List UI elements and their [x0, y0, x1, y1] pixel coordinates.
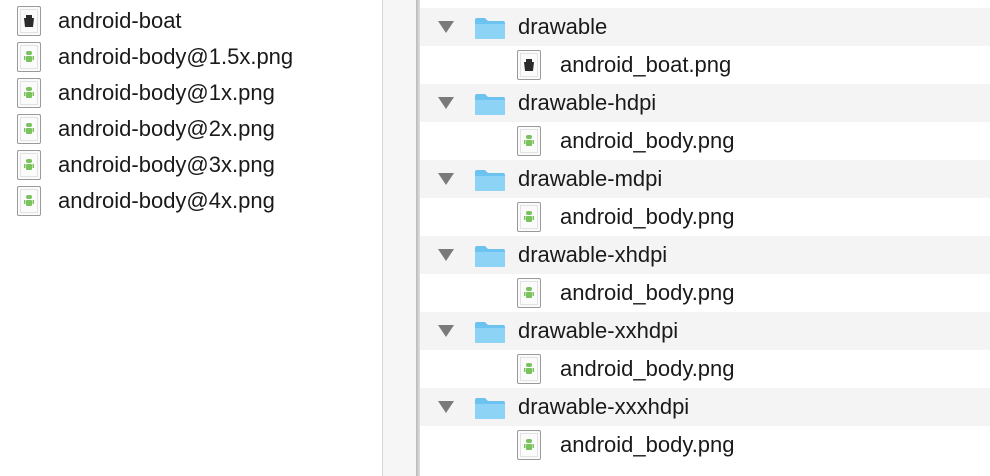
folder-icon: [475, 94, 505, 115]
file-name: android_body.png: [560, 280, 735, 305]
boat-image-icon: [17, 6, 41, 36]
android-image-icon: [17, 78, 41, 108]
folder-name: drawable-xxhdpi: [518, 318, 679, 343]
column-gutter: [383, 0, 416, 476]
android-image-icon: [17, 114, 41, 144]
disclosure-triangle-icon[interactable]: [438, 173, 454, 185]
folder-icon: [475, 322, 505, 343]
tree-folder-row[interactable]: drawable: [420, 8, 990, 46]
file-name: android_body.png: [560, 204, 735, 229]
tree-file-row[interactable]: android_boat.png: [420, 46, 990, 84]
disclosure-triangle-icon[interactable]: [438, 249, 454, 261]
list-item[interactable]: android-body@3x.png: [0, 147, 382, 183]
folder-name: drawable-hdpi: [518, 90, 657, 115]
folder-name: drawable-xxxhdpi: [518, 394, 690, 419]
tree-folder-row[interactable]: drawable-xxxhdpi: [420, 388, 990, 426]
list-item-label: android-body@3x.png: [58, 152, 275, 177]
tree-folder-row[interactable]: drawable-hdpi: [420, 84, 990, 122]
android-image-icon: [17, 150, 41, 180]
disclosure-triangle-icon[interactable]: [438, 21, 454, 33]
folder-icon: [475, 18, 505, 39]
disclosure-triangle-icon[interactable]: [438, 97, 454, 109]
tree-folder-row[interactable]: drawable-mdpi: [420, 160, 990, 198]
folder-tree: drawable android_boat.png drawable-hdpi …: [420, 0, 990, 476]
tree-folder-row[interactable]: drawable-xxhdpi: [420, 312, 990, 350]
list-item[interactable]: android-body@2x.png: [0, 111, 382, 147]
android-image-icon: [517, 278, 541, 308]
file-name: android_body.png: [560, 356, 735, 381]
list-item-label: android-body@4x.png: [58, 188, 275, 213]
android-image-icon: [17, 42, 41, 72]
android-image-icon: [517, 430, 541, 460]
android-image-icon: [17, 186, 41, 216]
tree-file-row[interactable]: android_body.png: [420, 122, 990, 160]
disclosure-triangle-icon[interactable]: [438, 401, 454, 413]
list-item[interactable]: android-body@4x.png: [0, 183, 382, 219]
folder-icon: [475, 246, 505, 267]
tree-file-row[interactable]: android_body.png: [420, 350, 990, 388]
tree-file-row[interactable]: android_body.png: [420, 274, 990, 312]
android-image-icon: [517, 202, 541, 232]
folder-name: drawable: [518, 14, 608, 39]
boat-image-icon: [517, 50, 541, 80]
tree-file-row[interactable]: android_body.png: [420, 426, 990, 464]
list-item-label: android-body@1.5x.png: [58, 44, 294, 69]
folder-icon: [475, 398, 505, 419]
folder-name: drawable-xhdpi: [518, 242, 668, 267]
list-item[interactable]: android-body@1.5x.png: [0, 39, 382, 75]
tree-folder-row[interactable]: drawable-xhdpi: [420, 236, 990, 274]
tree-file-row[interactable]: android_body.png: [420, 198, 990, 236]
left-file-list: android-boat android-body@1.5x.png andro…: [0, 0, 382, 476]
android-image-icon: [517, 354, 541, 384]
disclosure-triangle-icon[interactable]: [438, 325, 454, 337]
list-item-label: android-body@2x.png: [58, 116, 275, 141]
list-item-label: android-body@1x.png: [58, 80, 275, 105]
file-name: android_boat.png: [560, 52, 732, 77]
file-name: android_body.png: [560, 432, 735, 457]
file-name: android_body.png: [560, 128, 735, 153]
list-item[interactable]: android-body@1x.png: [0, 75, 382, 111]
list-item-label: android-boat: [58, 8, 182, 33]
folder-icon: [475, 170, 505, 191]
folder-name: drawable-mdpi: [518, 166, 663, 191]
android-image-icon: [517, 126, 541, 156]
list-item[interactable]: android-boat: [0, 3, 382, 39]
